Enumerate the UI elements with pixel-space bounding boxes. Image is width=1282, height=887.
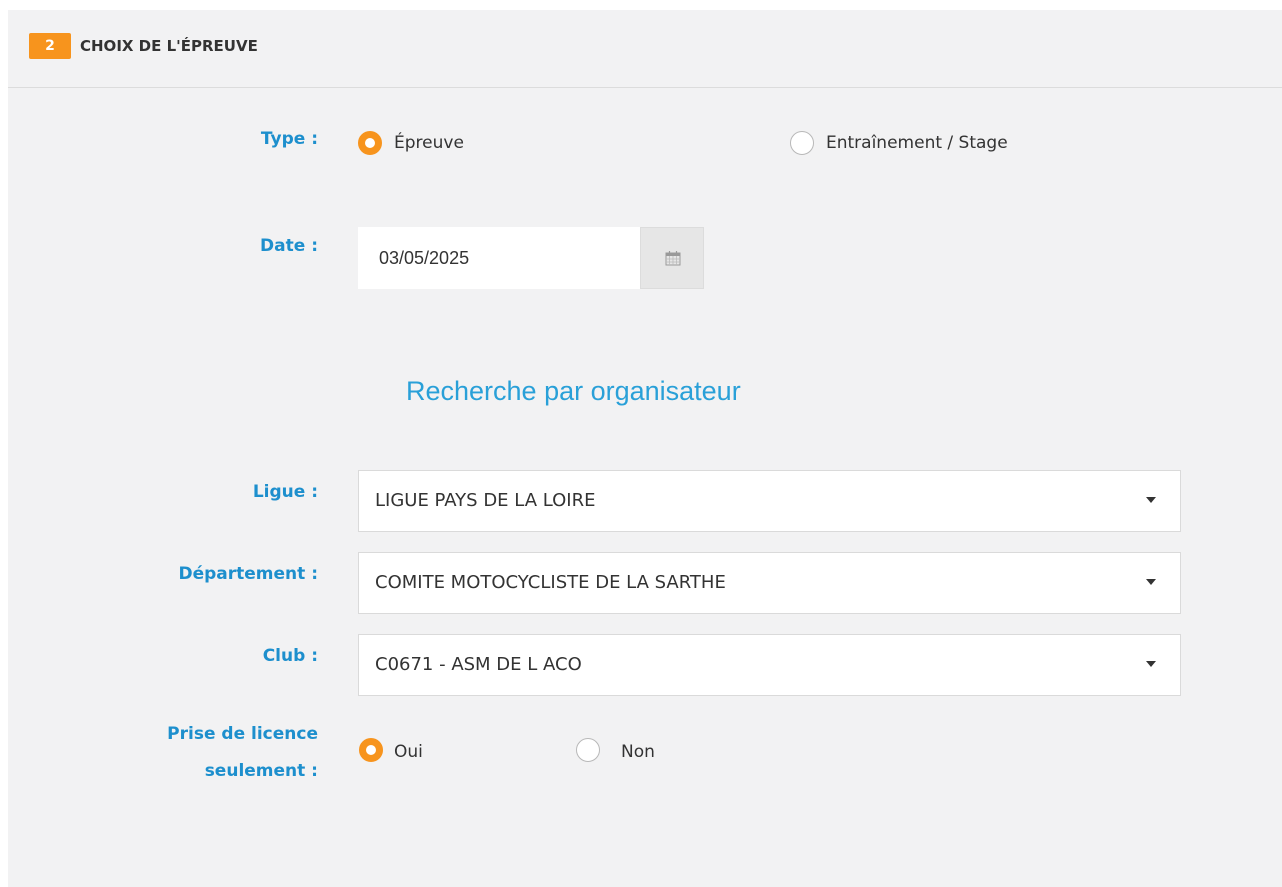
club-select-value: C0671 - ASM DE L ACO (375, 654, 582, 675)
epreuve-form-panel: 2 CHOIX DE L'ÉPREUVE Type : Épreuve Entr… (8, 10, 1282, 887)
departement-select-value: COMITE MOTOCYCLISTE DE LA SARTHE (375, 572, 726, 593)
licence-oui-label[interactable]: Oui (394, 740, 423, 764)
licence-label-line2: seulement : (204, 761, 318, 781)
type-label: Type : (260, 129, 318, 149)
licence-non-radio[interactable] (576, 738, 600, 762)
ligue-select-value: LIGUE PAYS DE LA LOIRE (375, 490, 596, 511)
caret-down-icon (1146, 579, 1156, 585)
club-label: Club : (262, 646, 318, 666)
step-number-badge: 2 (29, 33, 71, 59)
calendar-button[interactable] (640, 227, 704, 289)
departement-label: Département : (178, 564, 318, 584)
ligue-select[interactable]: LIGUE PAYS DE LA LOIRE (358, 470, 1181, 532)
type-epreuve-label[interactable]: Épreuve (394, 131, 464, 155)
calendar-icon (665, 251, 681, 266)
type-entrainement-label[interactable]: Entraînement / Stage (826, 131, 1008, 155)
caret-down-icon (1146, 661, 1156, 667)
type-entrainement-radio[interactable] (790, 131, 814, 155)
section-title: CHOIX DE L'ÉPREUVE (80, 37, 258, 55)
caret-down-icon (1146, 497, 1156, 503)
club-select[interactable]: C0671 - ASM DE L ACO (358, 634, 1181, 696)
organizer-search-heading: Recherche par organisateur (406, 376, 741, 406)
date-label: Date : (260, 236, 318, 256)
licence-label-line1: Prise de licence (167, 724, 318, 744)
date-input[interactable] (358, 227, 640, 289)
departement-select[interactable]: COMITE MOTOCYCLISTE DE LA SARTHE (358, 552, 1181, 614)
licence-oui-radio[interactable] (359, 738, 383, 762)
licence-non-label[interactable]: Non (621, 740, 655, 764)
ligue-label: Ligue : (252, 482, 318, 502)
type-epreuve-radio[interactable] (358, 131, 382, 155)
section-header: 2 CHOIX DE L'ÉPREUVE (8, 10, 1282, 88)
